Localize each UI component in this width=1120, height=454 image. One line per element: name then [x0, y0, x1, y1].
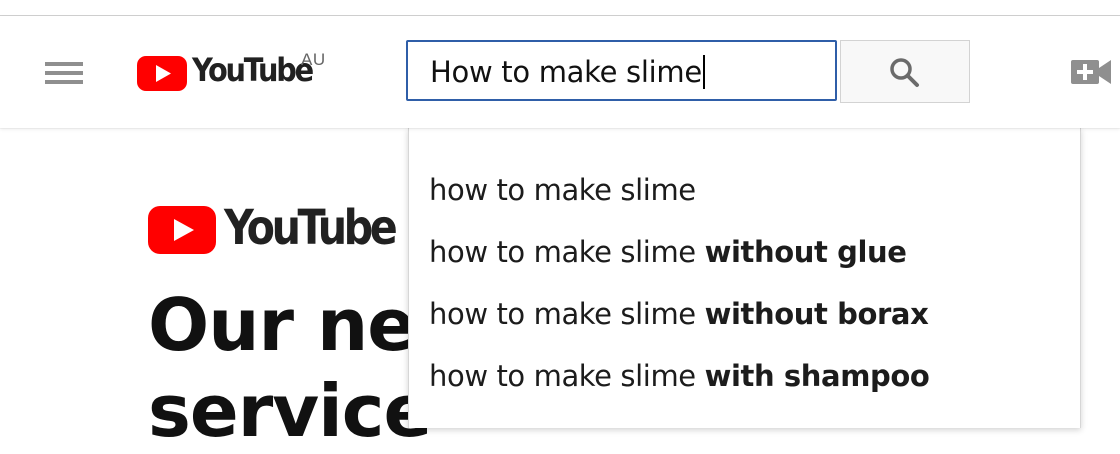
suggestion-item[interactable]: how to make slime with shampoo: [429, 359, 930, 393]
masthead: YouTube AU How to make slime: [0, 16, 1120, 128]
country-code: AU: [301, 50, 326, 69]
search-input[interactable]: How to make slime: [406, 40, 837, 101]
search-icon: [890, 58, 919, 87]
youtube-play-logo-icon: [148, 206, 216, 254]
youtube-play-logo-icon: [137, 56, 187, 91]
video-camera-add-icon[interactable]: [1071, 58, 1111, 91]
search-input-value: How to make slime: [430, 55, 705, 89]
suggestion-item[interactable]: how to make slime without glue: [429, 235, 907, 269]
text-caret: [702, 55, 705, 89]
suggestion-item[interactable]: how to make slime without borax: [429, 297, 929, 331]
search-button[interactable]: [840, 40, 970, 103]
logo-wordmark: YouTube: [192, 51, 314, 89]
hamburger-menu-icon[interactable]: [45, 58, 83, 86]
suggestion-item[interactable]: how to make slime: [429, 173, 696, 207]
search-suggestions-dropdown: how to make slime how to make slime with…: [408, 128, 1081, 428]
